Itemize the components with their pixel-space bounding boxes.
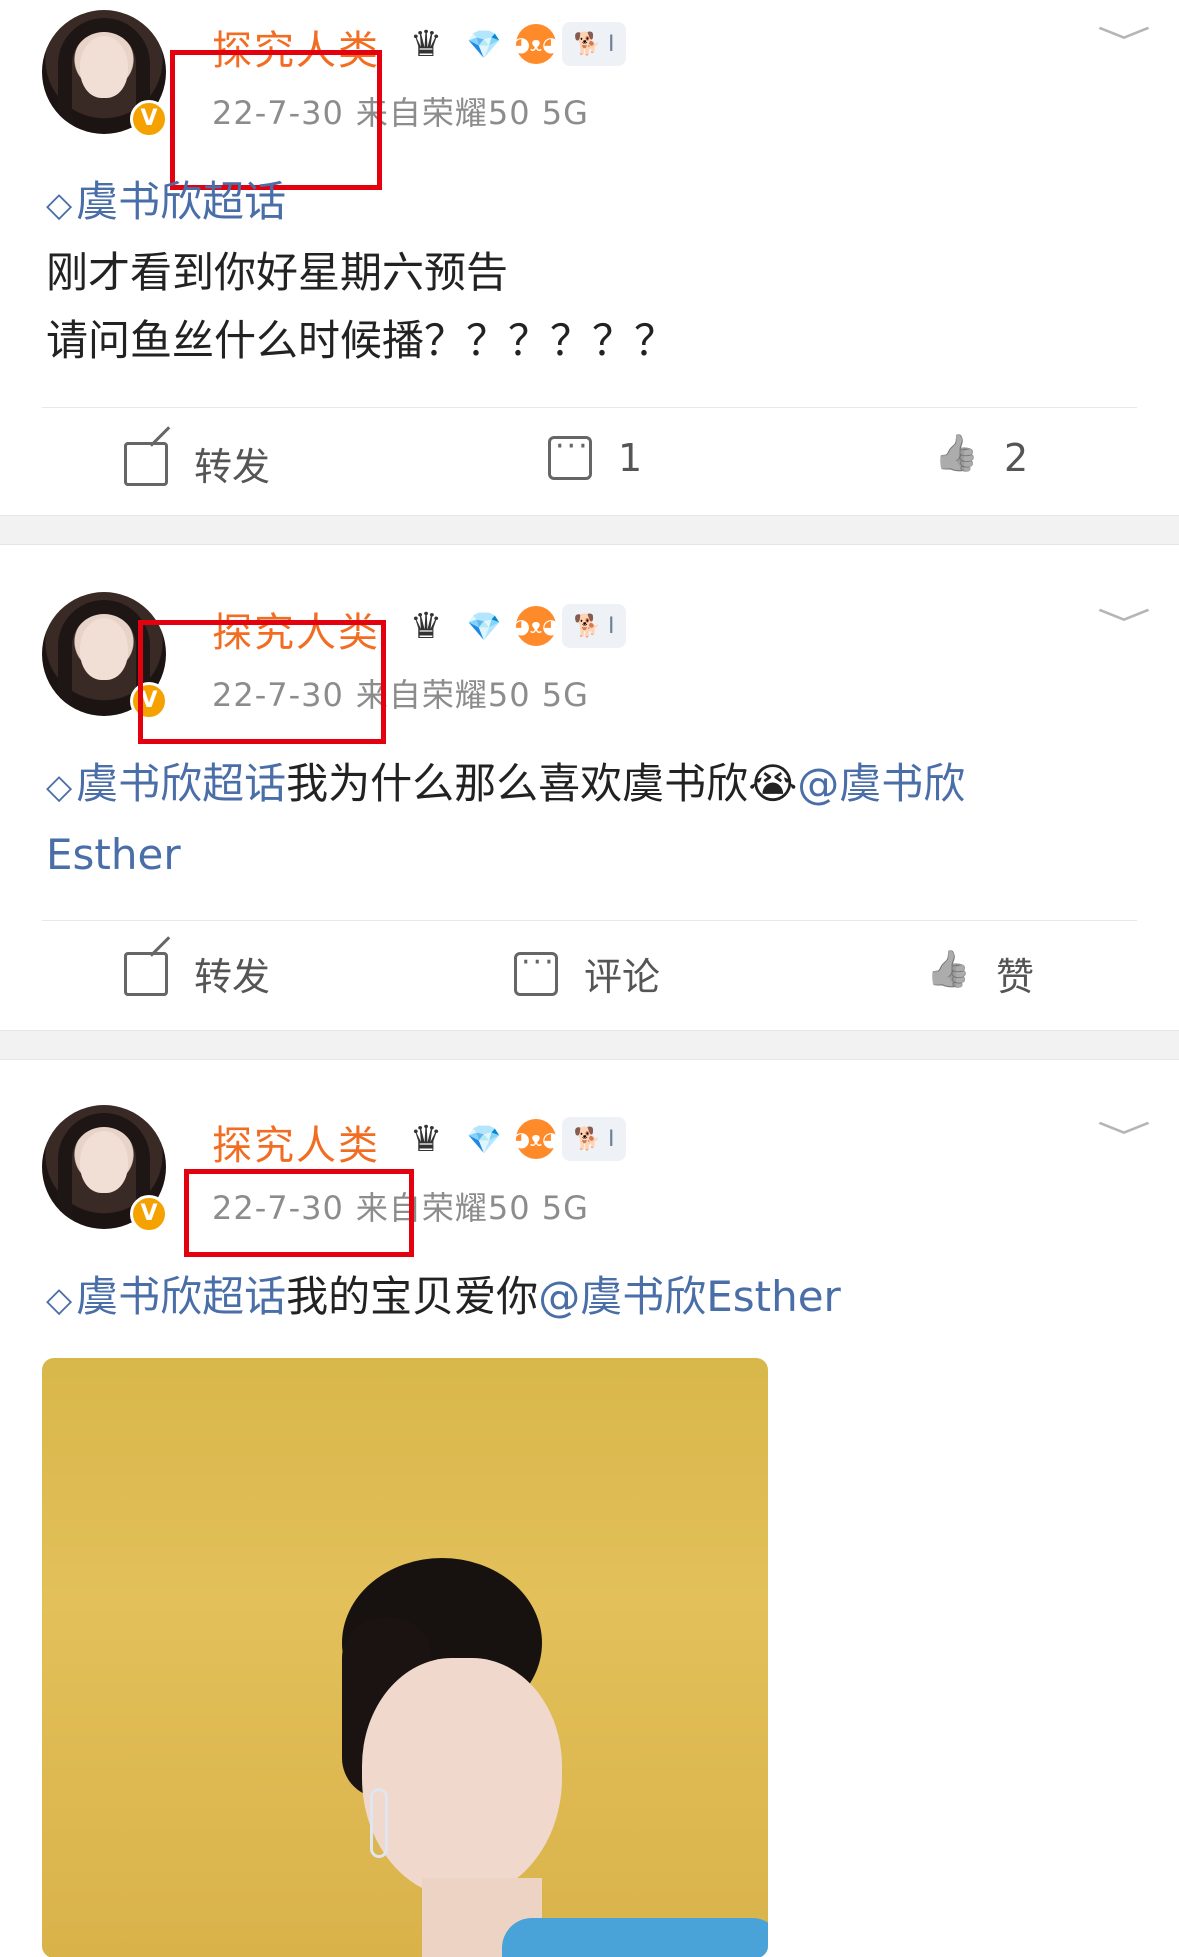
repost-button[interactable]: 转发: [124, 946, 270, 1001]
crown-icon: ♛: [409, 23, 443, 65]
mention-link[interactable]: @虞书欣: [797, 759, 965, 808]
action-bar: 转发 评论 赞: [0, 924, 1179, 1024]
repost-label: 转发: [194, 955, 271, 999]
comment-label: 评论: [584, 955, 661, 999]
crown-icon: ♛: [409, 605, 443, 647]
dog-icon: 🐕 I: [562, 22, 626, 66]
fox-icon: ◕ᴥ◕: [512, 606, 560, 646]
topic-label[interactable]: 虞书欣超话: [76, 177, 286, 226]
topic-icon: ◇: [46, 185, 73, 225]
username[interactable]: 探究人类: [212, 1113, 380, 1171]
post-separator: [0, 515, 1179, 545]
repost-label: 转发: [194, 445, 271, 489]
user-badges: ♛ 💎 ◕ᴥ◕ 🐕 I: [400, 604, 626, 648]
user-badges: ♛ 💎 ◕ᴥ◕ 🐕 I: [400, 1117, 626, 1161]
mention-link[interactable]: @虞书欣Esther: [538, 1272, 841, 1321]
gem-icon: 💎: [466, 27, 502, 61]
comment-count: 1: [618, 436, 643, 480]
text-body: 我为什么那么喜欢虞书欣: [286, 759, 749, 808]
post-source: 来自荣耀50 5G: [355, 676, 589, 714]
crown-icon: ♛: [409, 1118, 443, 1160]
crying-emoji: 😭: [748, 759, 798, 808]
post-source: 来自荣耀50 5G: [355, 94, 589, 132]
highlight-box: [184, 1169, 414, 1257]
like-icon: [934, 436, 978, 480]
fox-icon: ◕ᴥ◕: [512, 1119, 560, 1159]
topic-link[interactable]: 虞书欣超话: [76, 1272, 286, 1321]
like-icon: [926, 952, 970, 996]
comment-button[interactable]: 1: [548, 429, 643, 480]
highlight-box: [138, 620, 386, 744]
post-text: ◇虞书欣超话我为什么那么喜欢虞书欣😭@虞书欣 Esther: [46, 750, 1146, 889]
fox-icon: ◕ᴥ◕: [512, 24, 560, 64]
gem-icon: 💎: [466, 1122, 502, 1156]
chevron-down-icon[interactable]: ﹀: [1097, 1111, 1151, 1160]
repost-icon: [124, 951, 168, 996]
repost-button[interactable]: 转发: [124, 436, 270, 491]
post-text: ◇虞书欣超话 刚才看到你好星期六预告 请问鱼丝什么时候播？？？？？？: [46, 168, 1146, 375]
user-badges: ♛ 💎 ◕ᴥ◕ 🐕 I: [400, 22, 626, 66]
topic-icon: ◇: [46, 1280, 73, 1320]
dog-icon: 🐕 I: [562, 1117, 626, 1161]
text-line: 刚才看到你好星期六预告: [46, 248, 509, 297]
topic-link[interactable]: ◇虞书欣超话: [46, 168, 1146, 239]
like-label: 赞: [996, 955, 1035, 999]
verified-badge: V: [130, 1195, 168, 1233]
like-button[interactable]: 2: [934, 436, 1028, 480]
mention-link-cont[interactable]: Esther: [46, 830, 181, 879]
action-bar: 转发 1 2: [0, 412, 1179, 512]
comment-icon: [548, 429, 592, 480]
text-line: 请问鱼丝什么时候播？？？？？？: [46, 316, 677, 365]
chevron-down-icon[interactable]: ﹀: [1097, 598, 1151, 647]
post-separator: [0, 1030, 1179, 1060]
repost-icon: [124, 441, 168, 486]
comment-button[interactable]: 评论: [514, 945, 661, 1001]
comment-icon: [514, 945, 558, 996]
like-count: 2: [1004, 436, 1029, 480]
like-button[interactable]: 赞: [926, 946, 1034, 1001]
text-body: 我的宝贝爱你: [286, 1272, 539, 1321]
divider: [42, 407, 1137, 408]
post-1: V 探究人类 ♛ 💎 ◕ᴥ◕ 🐕 I 22-7-30 来自荣耀50 5G ﹀ ◇虞…: [0, 0, 1179, 515]
post-2: V 探究人类 ♛ 💎 ◕ᴥ◕ 🐕 I 22-7-30 来自荣耀50 5G ﹀ ◇虞…: [0, 546, 1179, 1030]
verified-badge: V: [130, 100, 168, 138]
dog-icon: 🐕 I: [562, 604, 626, 648]
divider: [42, 920, 1137, 921]
topic-link[interactable]: 虞书欣超话: [76, 759, 286, 808]
topic-icon: ◇: [46, 767, 73, 807]
gem-icon: 💎: [466, 609, 502, 643]
chevron-down-icon[interactable]: ﹀: [1097, 16, 1151, 65]
post-text: ◇虞书欣超话我的宝贝爱你@虞书欣Esther: [46, 1263, 1146, 1334]
post-image[interactable]: [42, 1358, 768, 1957]
